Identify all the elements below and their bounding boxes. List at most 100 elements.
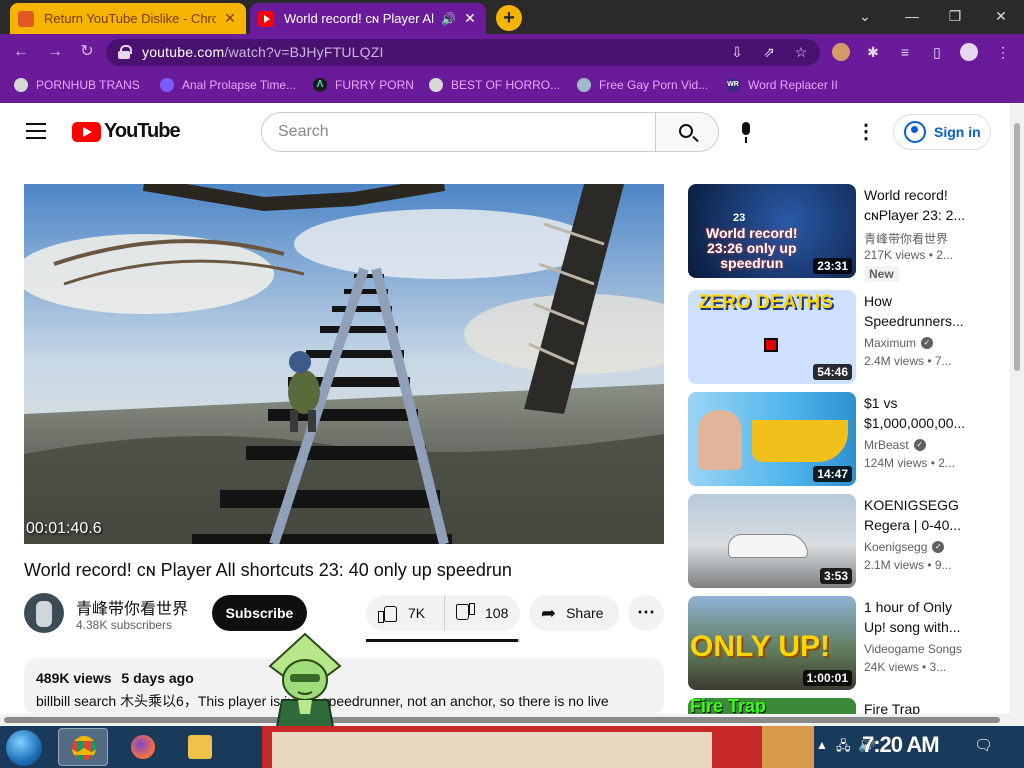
horizontal-scrollbar-thumb[interactable] [4, 717, 1000, 723]
recommendation-title: How Speedrunners... [864, 291, 974, 331]
recommendation-title: 1 hour of Only Up! song with... [864, 597, 974, 637]
title-line-2: $1,000,000,00... [864, 415, 966, 431]
taskbar-chrome[interactable] [58, 728, 108, 766]
share-button[interactable]: ➦ Share [529, 595, 619, 631]
bookmark-item[interactable]: PORNHUB TRANS [14, 78, 140, 92]
recommendation-title: $1 vs $1,000,000,00... [864, 393, 974, 433]
recommendation-item[interactable]: Fire Trap Fire Trap [688, 698, 978, 714]
share-page-icon[interactable]: ⇗ [760, 43, 778, 61]
lambda-icon: Λ [313, 78, 327, 92]
side-panel-icon[interactable]: ▯ [928, 43, 946, 61]
title-line-1: KOENIGSEGG [864, 497, 959, 513]
video-thumbnail[interactable]: 3:53 [688, 494, 856, 588]
taskbar-firefox[interactable] [118, 728, 168, 766]
bookmark-item[interactable]: WR Word Replacer II [726, 78, 838, 92]
recommendation-channel: Maximum ✓ [864, 336, 934, 350]
like-button[interactable]: 7K [366, 595, 444, 631]
title-line-1: World record! [864, 187, 948, 203]
video-thumbnail[interactable]: 14:47 [688, 392, 856, 486]
extension-avatar-icon[interactable] [832, 43, 850, 61]
recommendation-item[interactable]: 3:53 KOENIGSEGG Regera | 0-40... Koenigse… [688, 494, 978, 590]
subscribe-button[interactable]: Subscribe [212, 595, 307, 631]
install-app-icon[interactable]: ⇩ [728, 43, 746, 61]
restore-button[interactable]: ❐ [940, 5, 970, 27]
video-thumbnail[interactable]: ONLY UP! 1:00:01 [688, 596, 856, 690]
channel-avatar[interactable] [24, 593, 64, 633]
verified-check-icon: ✓ [913, 439, 926, 451]
desktop-wallpaper-strip [262, 726, 814, 768]
bookmark-item[interactable]: Anal Prolapse Time... [160, 78, 296, 92]
share-label: Share [566, 605, 604, 621]
video-thumbnail[interactable]: 23 World record! 23:26 only up speedrun … [688, 184, 856, 278]
media-queue-icon[interactable]: ≡ [896, 43, 914, 61]
tab-return-youtube-dislike[interactable]: Return YouTube Dislike - Chro ✕ [10, 3, 246, 34]
taskbar-file-explorer[interactable] [175, 728, 225, 766]
thumbs-down-icon [455, 604, 475, 622]
network-icon[interactable]: 🖧 [836, 737, 851, 759]
like-count: 7K [408, 605, 426, 621]
thumbnail-caption: ONLY UP! [690, 630, 831, 663]
channel-name[interactable]: 青峰带你看世界 [76, 595, 188, 619]
horizontal-scrollbar[interactable] [0, 714, 1010, 726]
dislike-button[interactable]: 108 [444, 595, 520, 631]
search-button[interactable] [655, 112, 719, 152]
browser-menu-icon[interactable]: ⋮ [994, 43, 1012, 61]
close-tab-icon[interactable]: ✕ [222, 10, 238, 27]
globe-icon [14, 78, 28, 92]
channel-label: Koenigsegg [864, 540, 928, 554]
recommendation-item[interactable]: ZERO DEATHS 54:46 How Speedrunners... Max… [688, 290, 978, 386]
recommendation-title: World record! ᴄɴPlayer 23: 2... [864, 185, 974, 225]
vertical-scrollbar-thumb[interactable] [1014, 123, 1020, 371]
video-thumbnail[interactable]: ZERO DEATHS 54:46 [688, 290, 856, 384]
title-line-1: How [864, 293, 893, 309]
hamburger-menu-icon[interactable] [26, 123, 46, 139]
title-line-2: Speedrunners... [864, 313, 964, 329]
voice-search-mic-icon[interactable] [738, 122, 754, 144]
tab-youtube-video[interactable]: World record! ᴄɴ Player Al 🔊 ✕ [250, 3, 486, 34]
forward-arrow-icon[interactable]: → [44, 41, 66, 63]
close-window-button[interactable]: ✕ [986, 5, 1016, 27]
recommendation-views: 124M views • 2... [864, 456, 955, 470]
thumbnail-caption: Fire Trap [690, 698, 767, 714]
bookmark-label: PORNHUB TRANS [36, 78, 140, 92]
address-bar[interactable]: youtube.com/watch?v=BJHyFTULQZI [106, 39, 820, 66]
start-button-icon[interactable] [6, 730, 42, 766]
bookmark-star-icon[interactable]: ☆ [792, 43, 810, 61]
tab-title: World record! ᴄɴ Player Al [284, 11, 434, 26]
bookmark-icon [160, 78, 174, 92]
recommendation-item[interactable]: ONLY UP! 1:00:01 1 hour of Only Up! song … [688, 596, 978, 692]
sign-in-button[interactable]: Sign in [893, 114, 991, 150]
subscriber-count: 4.38K subscribers [76, 618, 173, 632]
recommendation-item[interactable]: 14:47 $1 vs $1,000,000,00... MrBeast ✓ 124… [688, 392, 978, 488]
lock-icon[interactable] [118, 45, 132, 59]
vertical-scrollbar[interactable] [1010, 103, 1024, 726]
bookmark-label: Word Replacer II [748, 78, 838, 92]
recommendation-channel: Videogame Songs [864, 642, 962, 656]
close-tab-icon[interactable]: ✕ [462, 10, 478, 27]
recommendation-item[interactable]: 23 World record! 23:26 only up speedrun … [688, 184, 978, 282]
settings-kebab-icon[interactable]: ⋮ [856, 121, 876, 143]
bookmark-item[interactable]: Free Gay Porn Vid... [577, 78, 708, 92]
profile-icon[interactable] [960, 43, 978, 61]
bookmark-item[interactable]: Λ FURRY PORN [313, 78, 414, 92]
minimize-button[interactable]: — [897, 5, 927, 27]
verified-check-icon: ✓ [932, 541, 945, 553]
video-player[interactable]: 00:01:40.6 [24, 184, 664, 544]
search-input[interactable]: Search [261, 112, 656, 152]
taskbar-clock[interactable]: 7:20 AM [862, 732, 940, 758]
tray-expand-icon[interactable]: ▲ [816, 738, 828, 752]
new-tab-button[interactable]: + [496, 5, 522, 31]
title-line-2: Regera | 0-40... [864, 517, 962, 533]
notification-icon[interactable]: 🗨 [974, 736, 993, 754]
reload-icon[interactable]: ↻ [76, 41, 98, 63]
title-line-1: $1 vs [864, 395, 898, 411]
speaker-icon[interactable]: 🔊 [441, 12, 456, 26]
video-thumbnail[interactable]: Fire Trap [688, 698, 856, 714]
more-actions-icon[interactable]: ⋯ [628, 595, 664, 631]
bookmark-item[interactable]: BEST OF HORRO... [429, 78, 560, 92]
tab-search-chevron-icon[interactable]: ⌄ [850, 5, 880, 27]
back-arrow-icon[interactable]: ← [10, 41, 32, 63]
youtube-logo[interactable]: YouTube [72, 120, 181, 143]
url-domain: youtube.com [142, 44, 225, 60]
extensions-puzzle-icon[interactable]: ✱ [864, 43, 882, 61]
